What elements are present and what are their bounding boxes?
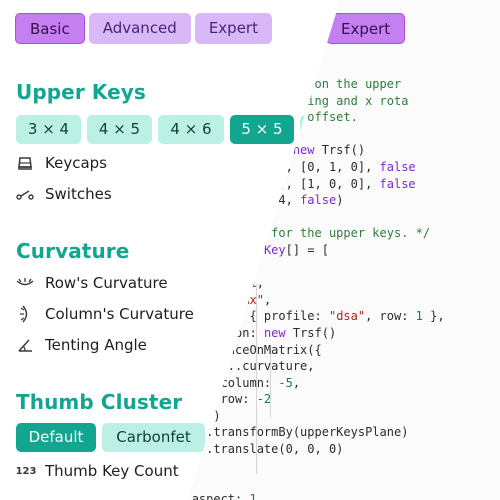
code-tab-expert[interactable]: Expert <box>326 13 406 44</box>
code-token: "dsa" <box>328 309 366 324</box>
thumb-style-default-button[interactable]: Default <box>16 423 96 452</box>
upper-keys-title: Upper Keys <box>16 80 146 104</box>
tab-advanced[interactable]: Advanced <box>88 13 191 44</box>
code-token: row: <box>220 392 257 407</box>
thumb-cluster-title: Thumb Cluster <box>16 390 183 414</box>
code-token: .translate(0, 0, 0) <box>206 442 344 457</box>
code-token: , <box>292 375 301 390</box>
row-curvature-label: Row's Curvature <box>45 274 168 292</box>
layout-3x4-button[interactable]: 3 × 4 <box>16 115 81 144</box>
code-token: new <box>292 143 322 158</box>
keycaps-label: Keycaps <box>45 154 107 172</box>
thumb-key-count-option[interactable]: 123 Thumb Key Count <box>16 462 179 480</box>
code-token: .transformBy(upperKeysPlane) <box>206 425 409 440</box>
tab-basic[interactable]: Basic <box>15 13 85 44</box>
code-token: aspect: <box>191 491 250 500</box>
code-token: Trsf() <box>292 325 337 340</box>
column-curvature-label: Column's Curvature <box>45 305 194 323</box>
switch-icon <box>16 185 34 203</box>
layout-4x6-button[interactable]: 4 × 6 <box>158 115 224 144</box>
code-line: }, <box>188 458 445 475</box>
code-token: Key <box>263 242 286 257</box>
mode-tabs: Basic Advanced Expert <box>15 13 272 44</box>
tenting-angle-option[interactable]: Tenting Angle <box>16 336 147 354</box>
switches-option[interactable]: Switches <box>16 185 112 203</box>
code-token: false <box>379 159 416 174</box>
tenting-angle-label: Tenting Angle <box>45 336 147 354</box>
thumb-style-carbonfet-button[interactable]: Carbonfet <box>102 423 205 452</box>
code-token: column: <box>220 375 279 390</box>
code-token: 1 <box>249 491 257 500</box>
code-token: ...curvature, <box>220 359 315 374</box>
switches-label: Switches <box>45 185 112 203</box>
code-token: , <box>256 491 264 500</box>
curvature-title: Curvature <box>16 239 130 263</box>
keycaps-option[interactable]: Keycaps <box>16 154 107 172</box>
layout-5x5-button[interactable]: 5 × 5 <box>230 115 294 144</box>
thumb-key-count-label: Thumb Key Count <box>45 462 179 480</box>
code-token: , <box>256 276 264 291</box>
code-token: -5 <box>278 375 293 390</box>
code-token: ) <box>336 193 344 208</box>
tab-expert[interactable]: Expert <box>194 13 272 44</box>
code-line: .transformBy(upperKeysPlane) <box>188 424 445 441</box>
code-line: aspect: 1, <box>188 491 445 500</box>
row-curvature-icon <box>16 274 34 292</box>
column-curvature-icon <box>16 305 34 323</box>
column-curvature-option[interactable]: Column's Curvature <box>16 305 194 323</box>
code-token: Trsf() <box>321 143 366 158</box>
code-token: false <box>379 176 416 191</box>
angle-icon <box>16 336 34 354</box>
code-token: -2 <box>256 392 272 407</box>
keycap-icon <box>16 154 34 172</box>
layout-4x5-button[interactable]: 4 × 5 <box>87 115 152 144</box>
code-token: [] = [ <box>285 242 329 257</box>
code-token: false <box>300 193 337 208</box>
code-token: }, <box>422 309 445 324</box>
code-token: , <box>263 292 272 307</box>
row-curvature-option[interactable]: Row's Curvature <box>16 274 168 292</box>
code-token: , row: <box>365 309 416 324</box>
code-line: .translate(0, 0, 0) <box>188 441 445 458</box>
code-token: new <box>263 325 293 340</box>
code-line: { <box>188 474 445 491</box>
code-token: 1 <box>415 309 423 324</box>
number-icon: 123 <box>15 465 37 477</box>
